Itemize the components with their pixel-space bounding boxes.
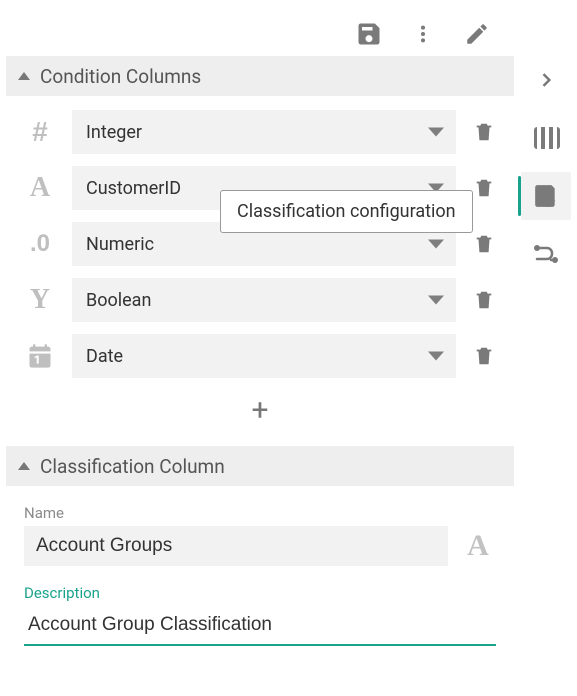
save-button[interactable] <box>351 16 387 52</box>
condition-value: CustomerID <box>86 178 181 199</box>
delete-button[interactable] <box>468 120 500 144</box>
delete-button[interactable] <box>468 288 500 312</box>
rail-classification[interactable] <box>521 172 571 220</box>
conditions-body: # Integer A CustomerID .0 Numeric <box>6 96 514 446</box>
tooltip: Classification configuration <box>220 190 473 233</box>
condition-dropdown[interactable]: Boolean <box>72 278 456 322</box>
name-field-block: Name A <box>24 504 496 566</box>
columns-icon <box>531 126 561 150</box>
conditions-header[interactable]: Condition Columns <box>6 56 514 96</box>
rail-columns[interactable] <box>521 114 571 162</box>
condition-value: Numeric <box>86 234 154 255</box>
condition-row: Date <box>20 328 500 384</box>
condition-value: Date <box>86 346 123 367</box>
classification-body: Name A Description <box>6 486 514 660</box>
letter-a-icon: A <box>460 529 496 563</box>
main-panel: Condition Columns # Integer A CustomerID <box>6 56 514 660</box>
name-label: Name <box>24 504 496 522</box>
trash-icon <box>473 232 495 256</box>
flow-icon <box>532 242 560 266</box>
top-toolbar <box>0 10 507 58</box>
save-icon <box>355 20 383 48</box>
trash-icon <box>473 176 495 200</box>
rail-flow[interactable] <box>521 230 571 278</box>
trash-icon <box>473 120 495 144</box>
plus-icon: + <box>251 393 268 428</box>
delete-button[interactable] <box>468 344 500 368</box>
classification-header[interactable]: Classification Column <box>6 446 514 486</box>
condition-value: Integer <box>86 122 142 143</box>
description-input[interactable] <box>24 606 496 646</box>
trash-icon <box>473 288 495 312</box>
collapse-triangle-icon <box>18 72 30 80</box>
more-button[interactable] <box>405 16 441 52</box>
description-label: Description <box>24 584 496 602</box>
trash-icon <box>473 344 495 368</box>
conditions-title: Condition Columns <box>40 65 201 88</box>
rail-expand[interactable] <box>521 56 571 104</box>
letter-a-icon: A <box>20 172 60 204</box>
side-rail <box>519 56 573 278</box>
condition-dropdown[interactable]: Integer <box>72 110 456 154</box>
condition-value: Boolean <box>86 290 151 311</box>
more-vertical-icon <box>412 20 434 48</box>
hash-icon: # <box>20 116 60 148</box>
condition-dropdown[interactable]: Date <box>72 334 456 378</box>
add-condition-button[interactable]: + <box>20 384 500 436</box>
letter-y-icon: Y <box>20 284 60 316</box>
pencil-icon <box>464 21 490 47</box>
classification-title: Classification Column <box>40 455 225 478</box>
delete-button[interactable] <box>468 176 500 200</box>
edit-button[interactable] <box>459 16 495 52</box>
name-input[interactable] <box>24 526 448 566</box>
condition-row: Y Boolean <box>20 272 500 328</box>
description-field-block: Description <box>24 584 496 646</box>
note-edit-icon <box>533 183 559 209</box>
collapse-triangle-icon <box>18 462 30 470</box>
condition-row: # Integer <box>20 104 500 160</box>
decimal-icon: .0 <box>20 230 60 258</box>
calendar-icon <box>20 342 60 370</box>
tooltip-text: Classification configuration <box>237 201 456 222</box>
chevron-right-icon <box>536 70 556 90</box>
delete-button[interactable] <box>468 232 500 256</box>
